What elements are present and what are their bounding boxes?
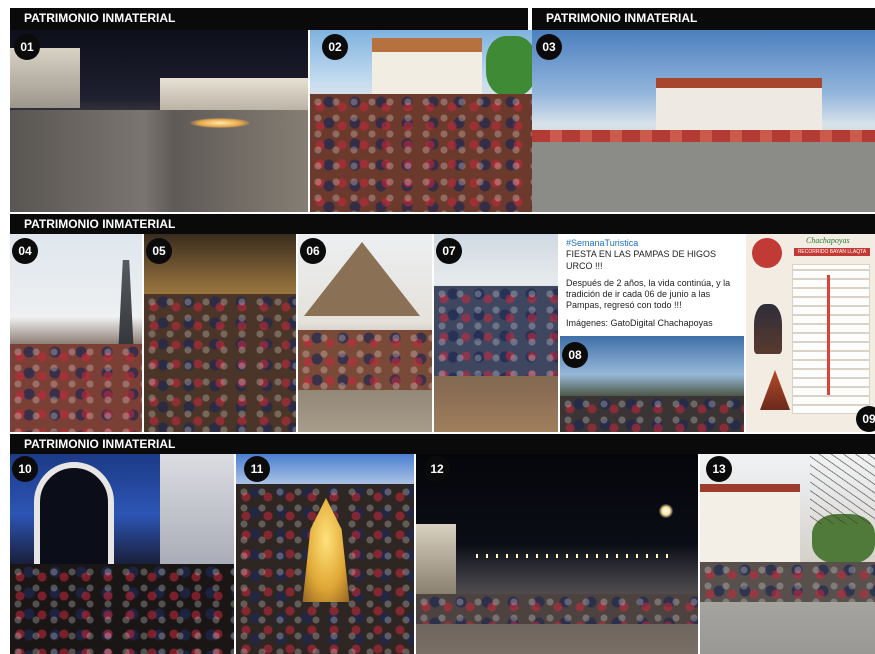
photo-05-night-street-crowd: 05 [144, 234, 296, 432]
post-hashtag: #SemanaTuristica [566, 238, 639, 248]
candle-lights [190, 118, 250, 128]
photo-number-badge: 03 [536, 34, 562, 60]
photo-10-procession-saint: 10 [10, 454, 234, 654]
photo-number-badge: 04 [12, 238, 38, 264]
section-banner-top-left: PATRIMONIO INMATERIAL [10, 8, 528, 30]
photo-07-food-table: 07 [434, 234, 558, 432]
photo-01-night-plaza: 01 [10, 30, 308, 212]
map-heading: RECORRIDO BAYAN LLAQTA [794, 248, 870, 256]
lit-buildings [416, 524, 456, 594]
map-logo-icon [752, 238, 782, 268]
church-building [656, 78, 822, 136]
photo-number-badge: 09 [856, 406, 875, 432]
photo-12-night-plaza-crowd: 12 [416, 454, 698, 654]
festival-crowd [144, 294, 296, 432]
route-line [827, 275, 830, 395]
red-tents [532, 130, 875, 142]
post-body: Después de 2 años, la vida continúa, y l… [566, 277, 731, 311]
obelisk [118, 260, 134, 356]
photo-number-badge: 10 [12, 456, 38, 482]
street-grid-map [792, 264, 870, 414]
photo-number-badge: 02 [322, 34, 348, 60]
map-brand: Chachapoyas [806, 236, 850, 245]
photo-number-badge: 06 [300, 238, 326, 264]
photo-number-badge: 11 [244, 456, 270, 482]
saint-figure-icon [754, 304, 782, 354]
walking-crowd [700, 562, 875, 602]
photo-number-badge: 01 [14, 34, 40, 60]
plaza-pavement [532, 142, 875, 212]
photo-number-badge: 13 [706, 456, 732, 482]
photo-08-pampas-crowd: 08 [560, 336, 744, 432]
dancer-figure-icon [760, 370, 790, 410]
photo-number-badge: 08 [562, 342, 588, 368]
plaza-street [10, 110, 308, 212]
section-banner-middle: PATRIMONIO INMATERIAL [10, 214, 875, 234]
white-wall [160, 454, 234, 574]
photo-06-thatched-hut: 06 [298, 234, 432, 432]
post-title: FIESTA EN LAS PAMPAS DE HIGOS URCO !!! [566, 249, 717, 271]
photo-02-group-church: 02 [310, 30, 532, 212]
colonial-building-right [160, 78, 308, 112]
photo-03-plaza-day: 03 [532, 30, 875, 212]
photo-number-badge: 12 [424, 456, 450, 482]
church-arch [34, 462, 114, 572]
festival-crowd [560, 396, 744, 432]
photo-04-obelisk-crowd: 04 [10, 234, 142, 432]
festival-group [310, 94, 532, 212]
post-credit: Imágenes: GatoDigital Chachapoyas [566, 317, 713, 328]
festival-crowd [434, 286, 558, 376]
photo-number-badge: 05 [146, 238, 172, 264]
street-lamp-glow [659, 504, 673, 518]
dancers [298, 330, 432, 390]
social-post-card: #SemanaTuristica FIESTA EN LAS PAMPAS DE… [560, 234, 744, 432]
string-lights [476, 554, 676, 558]
photo-09-route-map: Chachapoyas RECORRIDO BAYAN LLAQTA 09 [746, 234, 875, 432]
festival-crowd [10, 344, 142, 432]
post-text: #SemanaTuristica FIESTA EN LAS PAMPAS DE… [566, 238, 738, 335]
plaza-crowd [416, 594, 698, 624]
photo-number-badge: 07 [436, 238, 462, 264]
procession-crowd [10, 564, 234, 654]
photo-13-street-procession: 13 [700, 454, 875, 654]
section-banner-top-right: PATRIMONIO INMATERIAL [532, 8, 875, 30]
tree [486, 36, 532, 96]
photo-11-virgin-procession: 11 [236, 454, 414, 654]
bare-tree-branches [810, 454, 875, 524]
section-banner-bottom: PATRIMONIO INMATERIAL [10, 434, 875, 454]
